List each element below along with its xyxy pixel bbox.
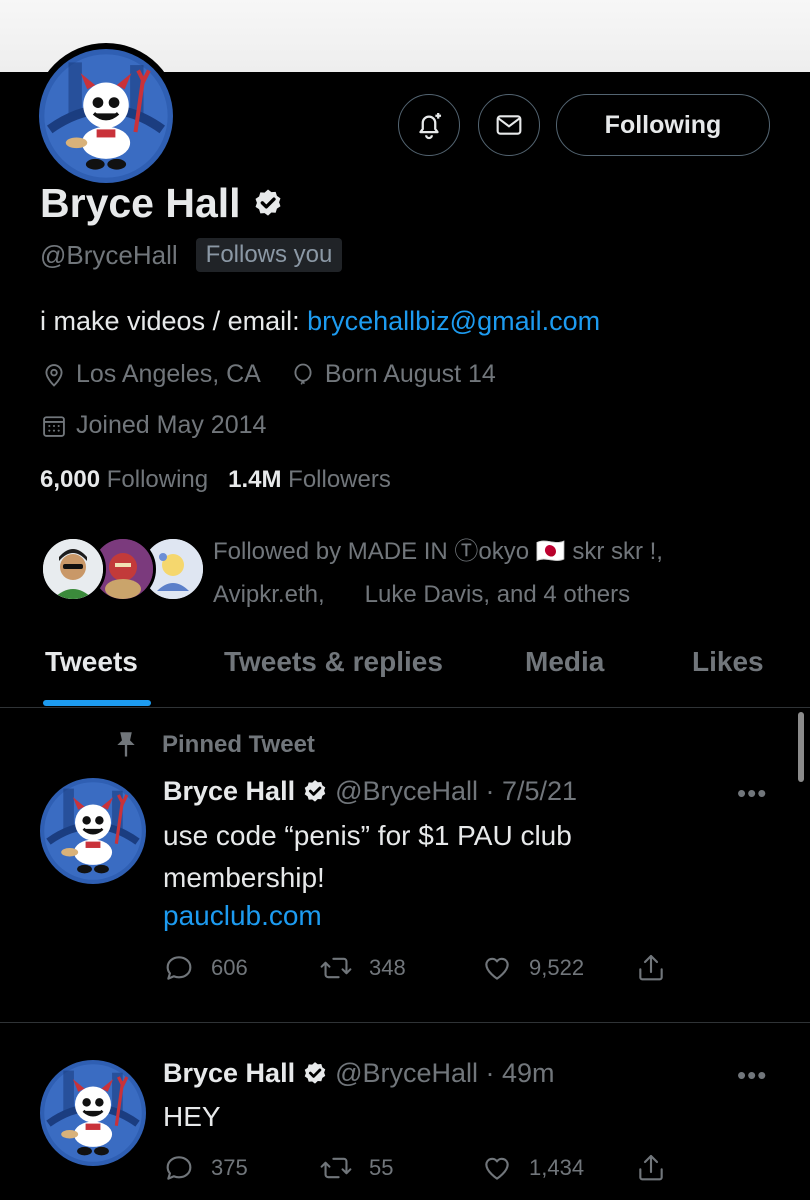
reply-icon xyxy=(166,1156,192,1180)
followed-by-text[interactable]: Followed by MADE IN Ⓣokyo 🇯🇵 skr skr !, … xyxy=(213,530,803,616)
retweet-button[interactable]: 55 xyxy=(319,1152,393,1184)
reply-button[interactable]: 606 xyxy=(163,952,248,984)
envelope-icon xyxy=(496,115,522,135)
tweet-avatar-image xyxy=(40,1060,146,1166)
following-count: 6,000 xyxy=(40,466,101,493)
profile-avatar[interactable] xyxy=(33,43,179,189)
tweet-avatar[interactable] xyxy=(40,778,146,884)
pinned-label-row: Pinned Tweet xyxy=(112,730,315,760)
follows-you-badge: Follows you xyxy=(195,238,343,272)
profile-handle: @BryceHall xyxy=(40,239,178,270)
share-icon xyxy=(639,1154,663,1181)
profile-tabs: Tweets Tweets & replies Media Likes xyxy=(0,632,810,708)
retweet-count: 55 xyxy=(369,1155,394,1180)
reply-count: 375 xyxy=(211,1155,248,1180)
followed-by-avatars[interactable] xyxy=(40,536,206,602)
retweet-count: 348 xyxy=(369,955,406,980)
bio-email-link[interactable]: brycehallbiz@gmail.com xyxy=(307,306,600,336)
tweet-author-name[interactable]: Bryce Hall xyxy=(163,1058,295,1089)
handle-row: @BryceHall Follows you xyxy=(40,238,343,272)
avatar-image xyxy=(39,49,173,183)
following-label: Following xyxy=(106,466,209,493)
calendar-icon xyxy=(43,415,65,437)
tweet-link[interactable]: pauclub.com xyxy=(163,900,322,932)
followed-by-line-2: Avipkr.eth, Luke Davis, and 4 others xyxy=(213,581,631,608)
tweet-header: Bryce Hall @BryceHall · 7/5/21 xyxy=(163,776,577,807)
scrollbar-thumb[interactable] xyxy=(798,712,804,782)
location-pin-icon xyxy=(45,363,63,387)
bell-plus-icon xyxy=(419,112,442,140)
followers-count: 1.4M xyxy=(228,466,282,493)
like-button[interactable]: 1,434 xyxy=(481,1152,584,1184)
tweet-avatar-image xyxy=(40,778,146,884)
reply-count: 606 xyxy=(211,955,248,980)
more-icon[interactable]: ••• xyxy=(737,1060,767,1091)
reply-icon xyxy=(166,956,192,980)
tab-tweets[interactable]: Tweets xyxy=(45,646,138,678)
profile-joined: Joined May 2014 xyxy=(76,411,267,439)
bio-text: i make videos / email: xyxy=(40,306,308,336)
more-icon[interactable]: ••• xyxy=(737,778,767,809)
pin-icon xyxy=(117,732,135,757)
tweet-actions: 606 348 9,522 xyxy=(163,952,683,988)
like-button[interactable]: 9,522 xyxy=(481,952,584,984)
tab-likes[interactable]: Likes xyxy=(692,646,764,678)
share-button[interactable] xyxy=(635,952,667,984)
followers-stat[interactable]: 1.4M Followers xyxy=(228,466,391,494)
heart-icon xyxy=(485,957,509,980)
tweet-handle-time[interactable]: @BryceHall · 7/5/21 xyxy=(335,776,577,807)
following-stat[interactable]: 6,000 Following xyxy=(40,466,208,494)
tab-media[interactable]: Media xyxy=(525,646,604,678)
profile-name-row: Bryce Hall xyxy=(40,180,285,227)
tweet-handle-time[interactable]: @BryceHall · 49m xyxy=(335,1058,554,1089)
followers-label: Followers xyxy=(288,466,391,493)
balloon-icon xyxy=(294,363,312,385)
retweet-button[interactable]: 348 xyxy=(319,952,406,984)
tweet-divider xyxy=(0,1022,810,1023)
verified-badge-icon xyxy=(255,189,281,216)
tweet-author-name[interactable]: Bryce Hall xyxy=(163,776,295,807)
tab-tweets-replies[interactable]: Tweets & replies xyxy=(224,646,443,678)
profile-name: Bryce Hall xyxy=(40,180,241,226)
follower-avatar-1 xyxy=(40,536,106,602)
like-count: 1,434 xyxy=(529,1155,585,1180)
following-button[interactable]: Following xyxy=(556,94,770,156)
tweet-text: use code “penis” for $1 PAU club members… xyxy=(163,820,572,893)
pinned-tweet-label: Pinned Tweet xyxy=(162,731,315,758)
like-count: 9,522 xyxy=(529,955,585,980)
active-tab-indicator xyxy=(43,700,151,706)
retweet-icon xyxy=(320,957,352,979)
profile-birthday: Born August 14 xyxy=(324,360,496,388)
verified-badge-icon xyxy=(304,779,326,802)
profile-bio: i make videos / email: brycehallbiz@gmai… xyxy=(40,306,600,337)
reply-button[interactable]: 375 xyxy=(163,1152,248,1184)
share-icon xyxy=(639,954,663,981)
verified-badge-icon xyxy=(304,1061,326,1084)
tweet-avatar[interactable] xyxy=(40,1060,146,1166)
followed-by-line-1: Followed by MADE IN Ⓣokyo 🇯🇵 skr skr !, xyxy=(213,538,663,565)
tweet-header: Bryce Hall @BryceHall · 49m xyxy=(163,1058,555,1089)
tweet-text: HEY xyxy=(163,1101,221,1132)
profile-stats: 6,000 Following 1.4M Followers xyxy=(40,466,391,494)
tweet-actions: 375 55 1,434 xyxy=(163,1152,683,1188)
profile-location: Los Angeles, CA xyxy=(76,360,261,388)
notifications-button[interactable] xyxy=(398,94,460,156)
share-button[interactable] xyxy=(635,1152,667,1184)
retweet-icon xyxy=(320,1157,352,1179)
heart-icon xyxy=(485,1157,509,1180)
message-button[interactable] xyxy=(478,94,540,156)
meta-row-1: Los Angeles, CA Born August 14 xyxy=(40,360,496,389)
meta-row-2: Joined May 2014 xyxy=(40,411,266,440)
